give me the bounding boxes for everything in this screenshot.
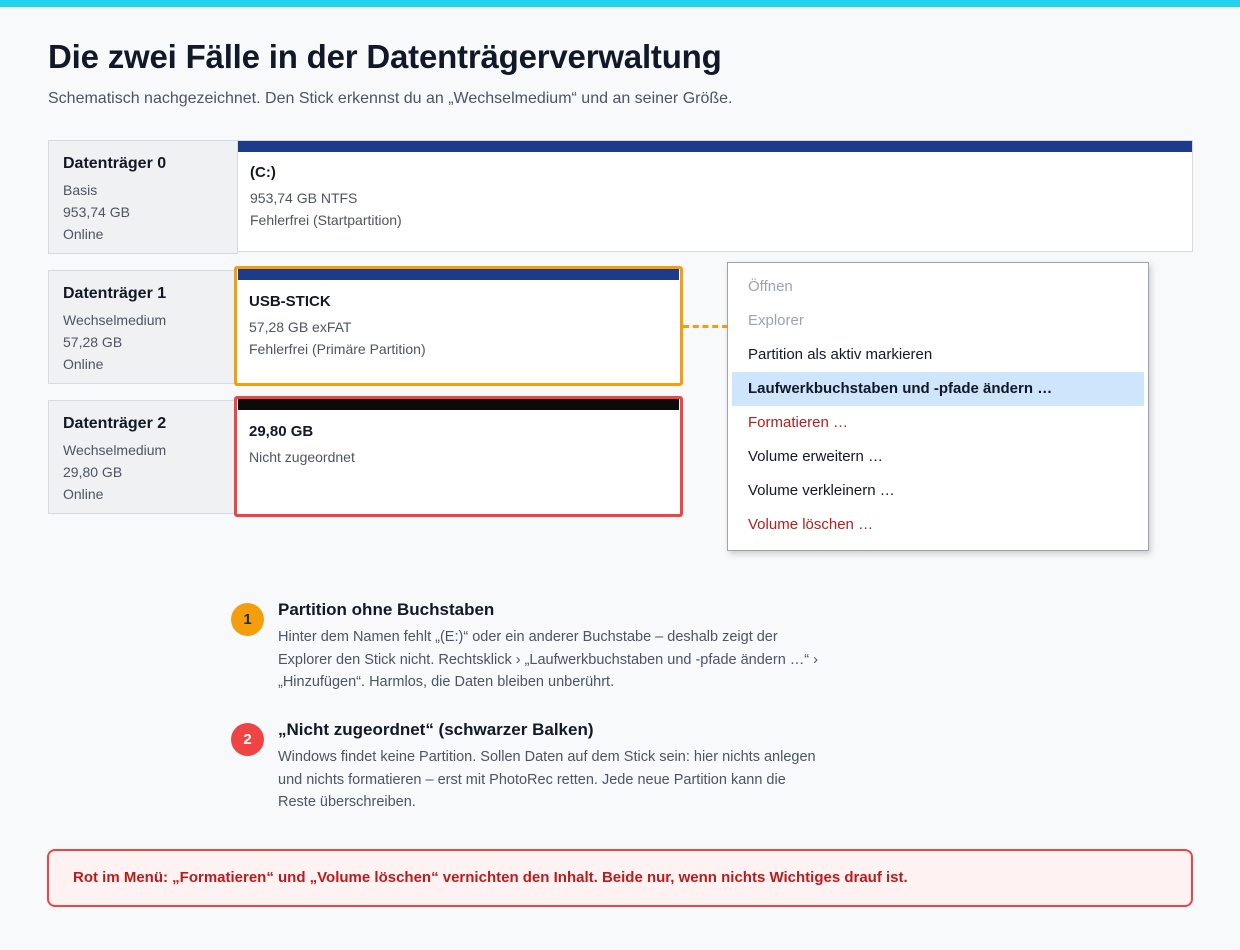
disk-type: Basis	[63, 182, 98, 198]
disk-status: Online	[63, 226, 104, 242]
menu-item-extend-volume[interactable]: Volume erweitern …	[732, 440, 1144, 474]
context-menu: Öffnen Explorer Partition als aktiv mark…	[727, 262, 1149, 551]
disk-status: Online	[63, 356, 104, 372]
page-subtitle: Schematisch nachgezeichnet. Den Stick er…	[48, 90, 733, 107]
menu-item-delete-volume[interactable]: Volume löschen …	[732, 508, 1144, 542]
disk-name: Datenträger 1	[63, 285, 167, 302]
partition-unallocated[interactable]: 29,80 GB Nicht zugeordnet	[234, 396, 683, 517]
callout-text: Windows findet keine Partition. Sollen D…	[278, 749, 816, 810]
partition-fs: 57,28 GB exFAT	[249, 319, 352, 335]
disk-size: 57,28 GB	[63, 334, 123, 350]
disk-type: Wechselmedium	[63, 312, 167, 328]
menu-connector-line	[683, 325, 728, 328]
disk-name: Datenträger 2	[63, 415, 167, 432]
menu-item-mark-active[interactable]: Partition als aktiv markieren	[732, 338, 1144, 372]
menu-item-shrink-volume[interactable]: Volume verkleinern …	[732, 474, 1144, 508]
partition-status: Nicht zugeordnet	[249, 449, 355, 465]
menu-item-oeffnen: Öffnen	[748, 278, 793, 295]
partition-title: 29,80 GB	[249, 423, 314, 440]
partition-status: Fehlerfrei (Primäre Partition)	[249, 341, 426, 357]
disk-status: Online	[63, 486, 104, 502]
callout-text: Hinter dem Namen fehlt „(E:)“ oder ein a…	[278, 629, 818, 690]
disk-info-0[interactable]: Datenträger 0 Basis 953,74 GB Online	[48, 140, 238, 254]
callout-1: 1 Partition ohne Buchstaben Hinter dem N…	[231, 600, 831, 694]
partition-title: (C:)	[250, 164, 276, 181]
disk-size: 29,80 GB	[63, 464, 123, 480]
callout-number-badge: 2	[231, 723, 264, 756]
disk-name: Datenträger 0	[63, 155, 167, 172]
partition-title: USB-STICK	[249, 293, 331, 310]
callout-number-badge: 1	[231, 603, 264, 636]
partition-c[interactable]: (C:) 953,74 GB NTFS Fehlerfrei (Startpar…	[237, 140, 1193, 252]
partition-usb-stick[interactable]: USB-STICK 57,28 GB exFAT Fehlerfrei (Pri…	[234, 266, 683, 386]
disk-info-1[interactable]: Datenträger 1 Wechselmedium 57,28 GB Onl…	[48, 270, 238, 384]
callout-title: Partition ohne Buchstaben	[278, 600, 495, 619]
unallocated-stripe	[238, 399, 679, 410]
disk-type: Wechselmedium	[63, 442, 167, 458]
page-title: Die zwei Fälle in der Datenträgerverwalt…	[48, 38, 722, 75]
menu-item-format[interactable]: Formatieren …	[732, 406, 1144, 440]
callout-title: „Nicht zugeordnet“ (schwarzer Balken)	[278, 720, 594, 739]
disk-info-2[interactable]: Datenträger 2 Wechselmedium 29,80 GB Onl…	[48, 400, 238, 514]
top-accent-bar	[0, 0, 1240, 7]
partition-status: Fehlerfrei (Startpartition)	[250, 212, 402, 228]
callout-2: 2 „Nicht zugeordnet“ (schwarzer Balken) …	[231, 720, 831, 814]
menu-item-change-drive-letter[interactable]: Laufwerkbuchstaben und -pfade ändern …	[732, 372, 1144, 406]
disk-size: 953,74 GB	[63, 204, 130, 220]
menu-item-explorer: Explorer	[748, 312, 804, 329]
partition-stripe	[238, 269, 679, 280]
warning-banner: Rot im Menü: „Formatieren“ und „Volume l…	[47, 849, 1193, 907]
partition-fs: 953,74 GB NTFS	[250, 190, 358, 206]
partition-stripe	[238, 141, 1192, 152]
